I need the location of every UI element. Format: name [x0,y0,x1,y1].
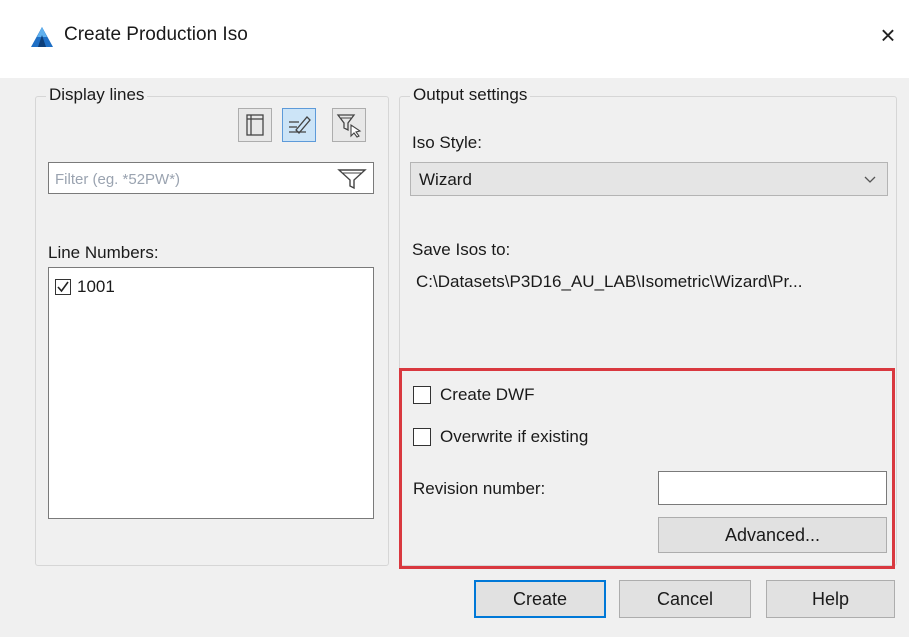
filter-field[interactable] [48,162,374,194]
window-title: Create Production Iso [64,24,248,45]
close-button[interactable]: × [872,18,904,52]
save-isos-label: Save Isos to: [412,240,511,259]
overwrite-label: Overwrite if existing [440,427,589,446]
autocad-plant-icon [31,27,53,47]
overwrite-checkbox[interactable] [413,428,431,446]
checkmark-icon [57,281,69,293]
filter-input[interactable] [53,166,327,192]
edit-lines-button[interactable] [282,108,316,142]
create-dwf-label: Create DWF [440,385,535,404]
create-dwf-checkbox[interactable] [413,386,431,404]
iso-style-value: Wizard [419,170,472,189]
line-numbers-label: Line Numbers: [48,243,159,262]
close-icon: × [880,20,896,50]
display-lines-label: Display lines [46,85,148,105]
iso-style-select[interactable]: Wizard [410,162,888,196]
line-number-label: 1001 [77,277,115,296]
output-settings-label: Output settings [410,85,531,105]
save-path: C:\Datasets\P3D16_AU_LAB\Isometric\Wizar… [416,272,803,291]
line-1001-checkbox[interactable] [55,279,71,295]
filter-cursor-icon [336,114,362,138]
revision-number-input[interactable] [658,471,887,505]
filter-select-button[interactable] [332,108,366,142]
edit-pencil-icon [289,116,311,134]
line-numbers-list[interactable]: 1001 [48,267,374,519]
revision-number-label: Revision number: [413,479,546,498]
iso-style-label: Iso Style: [412,133,482,152]
list-item[interactable]: 1001 [55,277,115,297]
chevron-down-icon [864,176,876,183]
create-button[interactable]: Create [474,580,606,618]
overwrite-option[interactable]: Overwrite if existing [413,427,588,447]
advanced-button[interactable]: Advanced... [658,517,887,553]
cancel-button[interactable]: Cancel [619,580,751,618]
select-lines-icon [246,114,264,136]
help-button[interactable]: Help [766,580,895,618]
funnel-icon[interactable] [337,168,367,190]
select-lines-button[interactable] [238,108,272,142]
create-dwf-option[interactable]: Create DWF [413,385,534,405]
